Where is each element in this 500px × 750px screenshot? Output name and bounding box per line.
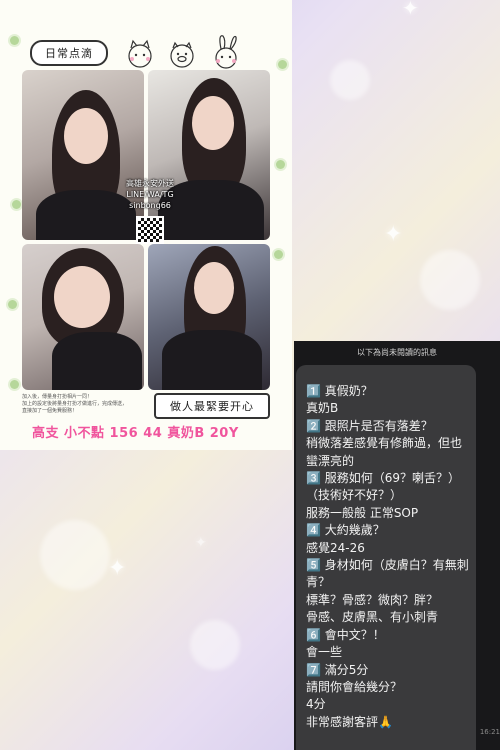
decor-dot bbox=[12, 200, 21, 209]
profile-highlight-text: 高支 小不點 156 44 真奶B 20Y bbox=[32, 426, 239, 441]
message-line: 4分 bbox=[306, 697, 326, 712]
contact-line: LINE/WA/TG bbox=[126, 190, 174, 199]
message-line: 4️⃣ 大約幾歲？ bbox=[306, 523, 385, 538]
note-line: 加入後，傳量身打扮相片一同！ bbox=[22, 394, 93, 400]
photo-lace-top-portrait bbox=[148, 244, 270, 390]
slogan-box: 做人最緊要开心 bbox=[154, 393, 270, 419]
message-line: 6️⃣ 會中文？！ bbox=[306, 627, 385, 642]
message-line: 非常感謝客評🙏 bbox=[306, 714, 393, 729]
decor-dot bbox=[10, 380, 19, 389]
message-text: 1️⃣ 真假奶？ 真奶B 2️⃣ 跟照片是否有落差？ 稍微落差感覺有修飾過，但也 蠻漂亮… bbox=[306, 383, 474, 731]
contact-line: sinbong66 bbox=[129, 201, 171, 210]
sparkle-star-icon: ✦ bbox=[384, 222, 403, 247]
chat-screenshot: 以下為尚未閱讀的訊息 1️⃣ 真假奶？ 真奶B 2️⃣ 跟照片是否有落差？ 稍微落差感… bbox=[294, 341, 500, 750]
sparkle-star-icon: ✦ bbox=[402, 0, 419, 20]
message-line: 2️⃣ 跟照片是否有落差？ bbox=[306, 418, 433, 433]
contact-info: 高雄永安外送 LINE/WA/TG sinbong66 bbox=[118, 178, 182, 211]
photo-lying-portrait bbox=[22, 244, 144, 390]
contact-line: 高雄永安外送 bbox=[126, 179, 174, 188]
qr-code bbox=[136, 216, 164, 244]
decor-dot bbox=[274, 250, 283, 259]
note-line: 直接加了一個免費服務！ bbox=[22, 408, 78, 414]
message-timestamp: 16:21 bbox=[479, 728, 500, 736]
message-line: 1️⃣ 真假奶？ bbox=[306, 384, 373, 398]
photo-black-top-portrait bbox=[148, 70, 270, 240]
message-line: 會一些 bbox=[306, 645, 343, 660]
decor-dot bbox=[8, 300, 17, 309]
decor-dot bbox=[278, 60, 287, 69]
sparkle-star-icon: ✦ bbox=[195, 535, 207, 551]
decor-dot bbox=[276, 160, 285, 169]
fine-print-note: 加入後，傳量身打扮相片一同！ 加上的設定後將量身打扮才做進行，完成傳送， 直接加… bbox=[22, 394, 142, 415]
message-line: 7️⃣ 滿分5分 bbox=[306, 662, 369, 677]
message-line: 3️⃣ 服務如何（69？喇舌？） bbox=[306, 471, 461, 486]
message-line: 蠻漂亮的 bbox=[306, 453, 355, 468]
message-line: 稍微落差感覺有修飾過，但也 bbox=[306, 436, 463, 451]
bokeh-light bbox=[190, 620, 240, 670]
bokeh-light bbox=[420, 250, 480, 310]
message-line: 真奶B bbox=[306, 401, 339, 416]
decor-dot bbox=[10, 36, 19, 45]
message-line: 感覺24-26 bbox=[306, 540, 365, 555]
message-line: 服務一般般 正常SOP bbox=[306, 505, 419, 520]
cat-pig-rabbit-doodle-icon bbox=[128, 35, 237, 69]
message-line: 請問你會給幾分？ bbox=[306, 679, 403, 694]
message-line: （技術好不好？） bbox=[306, 488, 403, 503]
bokeh-light bbox=[330, 60, 370, 100]
message-line: 標準？骨感？微肉？胖？ bbox=[306, 592, 439, 607]
promo-poster: 日常点滴 高雄永安外送 LINE/WA/TG sinbong66 加入後，傳量身… bbox=[0, 0, 292, 450]
message-line: 青？ bbox=[306, 575, 331, 590]
message-line: 5️⃣ 身材如何（皮膚白？有無刺 bbox=[306, 558, 469, 573]
note-line: 加上的設定後將量身打扮才做進行，完成傳送， bbox=[22, 401, 128, 407]
bokeh-light bbox=[40, 520, 110, 590]
unread-divider: 以下為尚未閱讀的訊息 bbox=[357, 347, 437, 357]
poster-title: 日常点滴 bbox=[30, 40, 108, 66]
photo-glasses-portrait bbox=[22, 70, 144, 240]
message-line: 骨感、皮膚黑、有小刺青 bbox=[306, 610, 439, 625]
sparkle-star-icon: ✦ bbox=[108, 556, 127, 581]
